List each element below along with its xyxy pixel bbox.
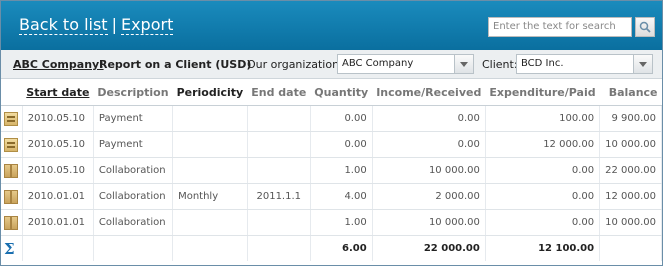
cell-description: Collaboration	[93, 183, 174, 210]
cell-expenditure: 0.00	[485, 209, 601, 236]
cell-description: Payment	[93, 131, 174, 158]
payment-icon	[4, 137, 18, 152]
total-quantity: 6.00	[310, 235, 373, 261]
sigma-icon: Σ	[4, 239, 15, 258]
box-icon	[4, 189, 18, 204]
cell-quantity: 1.00	[310, 209, 373, 236]
client-select[interactable]: BCD Inc.	[516, 54, 653, 74]
cell-periodicity: Monthly	[172, 183, 248, 210]
cell-description: Payment	[93, 105, 174, 132]
column-header-end-date[interactable]: End date	[247, 79, 311, 106]
cell-balance: 22 000.00	[599, 157, 662, 184]
cell-start-date: 2010.01.01	[22, 209, 94, 236]
report-toolbar: ABC Company: Report on a Client (USD) Ou…	[1, 50, 662, 79]
row-icon-cell	[1, 183, 23, 210]
cell-end-date	[247, 209, 311, 236]
search-icon	[639, 21, 651, 33]
cell-end-date	[247, 157, 311, 184]
row-icon-cell	[1, 131, 23, 158]
link-separator: |	[111, 15, 117, 34]
total-empty	[247, 235, 311, 261]
cell-balance: 12 000.00	[599, 183, 662, 210]
cell-income: 0.00	[372, 131, 486, 158]
company-link[interactable]: ABC Company:	[13, 58, 104, 71]
table-row[interactable]: 2010.05.10 Collaboration 1.00 10 000.00 0.00…	[1, 157, 662, 184]
cell-income: 2 000.00	[372, 183, 486, 210]
column-header-income[interactable]: Income/Received	[372, 79, 486, 106]
organization-select[interactable]: ABC Company	[337, 54, 474, 74]
icon-column-header	[1, 79, 23, 106]
total-income: 22 000.00	[372, 235, 486, 261]
cell-start-date: 2010.05.10	[22, 157, 94, 184]
cell-periodicity	[172, 131, 248, 158]
cell-income: 10 000.00	[372, 157, 486, 184]
cell-balance: 10 000.00	[599, 131, 662, 158]
cell-end-date: 2011.1.1	[247, 183, 311, 210]
cell-expenditure: 0.00	[485, 157, 601, 184]
cell-end-date	[247, 131, 311, 158]
table-row[interactable]: 2010.05.10 Payment 0.00 0.00 12 000.00 10 000…	[1, 131, 662, 158]
cell-start-date: 2010.05.10	[22, 105, 94, 132]
export-link[interactable]: Export	[120, 15, 174, 35]
total-empty	[93, 235, 174, 261]
report-window: Back to list | Export Enter the text for s…	[0, 0, 663, 266]
total-empty	[172, 235, 248, 261]
column-header-periodicity[interactable]: Periodicity	[172, 79, 248, 106]
cell-quantity: 1.00	[310, 157, 373, 184]
cell-income: 10 000.00	[372, 209, 486, 236]
column-header-start-date[interactable]: Start date	[22, 79, 94, 106]
cell-start-date: 2010.05.10	[22, 131, 94, 158]
cell-description: Collaboration	[93, 157, 174, 184]
cell-description: Collaboration	[93, 209, 174, 236]
column-header-description[interactable]: Description	[93, 79, 173, 106]
organization-value: ABC Company	[342, 58, 414, 69]
column-header-balance[interactable]: Balance	[599, 79, 662, 106]
cell-quantity: 0.00	[310, 131, 373, 158]
organization-label: Our organization:	[247, 58, 343, 71]
search-input[interactable]: Enter the text for search	[488, 17, 632, 37]
cell-expenditure: 0.00	[485, 183, 601, 210]
top-links: Back to list | Export	[19, 15, 174, 35]
cell-expenditure: 12 000.00	[485, 131, 601, 158]
chevron-down-icon[interactable]	[454, 55, 473, 73]
cell-income: 0.00	[372, 105, 486, 132]
total-empty	[599, 235, 662, 261]
table-row[interactable]: 2010.05.10 Payment 0.00 0.00 100.00 9 900.00	[1, 105, 662, 132]
row-icon-cell	[1, 209, 23, 236]
total-expenditure: 12 100.00	[485, 235, 601, 261]
row-icon-cell	[1, 157, 23, 184]
table-row[interactable]: 2010.01.01 Collaboration Monthly 2011.1.1 4.…	[1, 183, 662, 210]
cell-start-date: 2010.01.01	[22, 183, 94, 210]
back-to-list-link[interactable]: Back to list	[19, 15, 108, 35]
cell-periodicity	[172, 105, 248, 132]
cell-expenditure: 100.00	[485, 105, 601, 132]
cell-balance: 9 900.00	[599, 105, 662, 132]
cell-periodicity	[172, 157, 248, 184]
cell-quantity: 4.00	[310, 183, 373, 210]
box-icon	[4, 163, 18, 178]
cell-quantity: 0.00	[310, 105, 373, 132]
total-empty	[22, 235, 94, 261]
cell-periodicity	[172, 209, 248, 236]
client-label: Client:	[482, 58, 518, 71]
report-title: Report on a Client (USD)	[99, 58, 252, 71]
top-bar: Back to list | Export Enter the text for s…	[1, 1, 662, 50]
cell-balance: 10 000.00	[599, 209, 662, 236]
client-value: BCD Inc.	[521, 58, 564, 69]
column-header-quantity[interactable]: Quantity	[310, 79, 373, 106]
table-header-row: Start date Description Periodicity End d…	[1, 79, 662, 106]
chevron-down-icon[interactable]	[633, 55, 652, 73]
row-icon-cell	[1, 105, 23, 132]
totals-row: Σ 6.00 22 000.00 12 100.00	[1, 235, 662, 261]
box-icon	[4, 215, 18, 230]
sigma-icon-cell: Σ	[1, 235, 23, 261]
search-button[interactable]	[635, 17, 655, 37]
payment-icon	[4, 111, 18, 126]
table-row[interactable]: 2010.01.01 Collaboration 1.00 10 000.00 0.00…	[1, 209, 662, 236]
report-table: Start date Description Periodicity End d…	[1, 79, 662, 261]
column-header-expenditure[interactable]: Expenditure/Paid	[485, 79, 600, 106]
cell-end-date	[247, 105, 311, 132]
